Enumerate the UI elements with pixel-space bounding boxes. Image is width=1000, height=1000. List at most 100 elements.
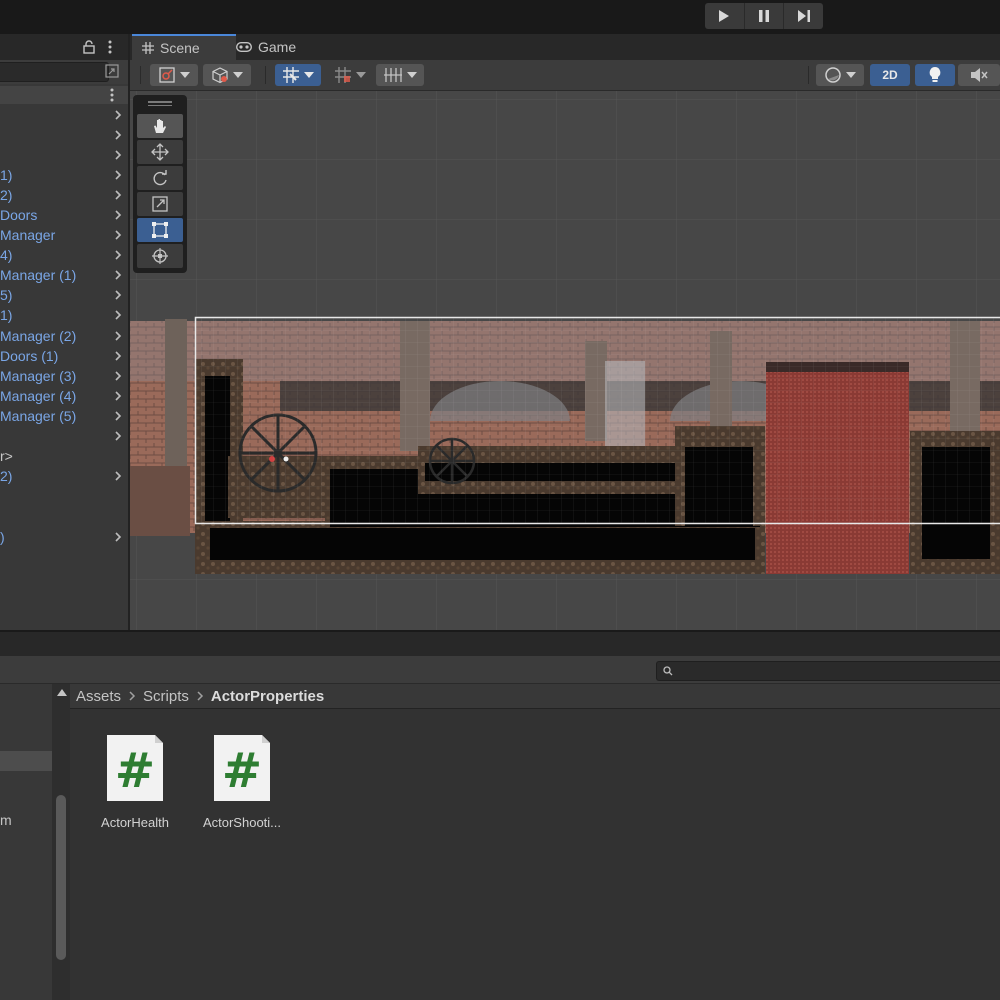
chevron-right-icon[interactable] bbox=[112, 245, 124, 265]
asset-name: ActorHealth bbox=[101, 815, 169, 830]
folder-tree-selected-row[interactable] bbox=[0, 751, 52, 771]
hierarchy-item[interactable]: Doors (1) bbox=[0, 346, 128, 366]
transform-tool-button[interactable] bbox=[137, 244, 183, 268]
lightbulb-icon bbox=[929, 67, 941, 82]
chevron-right-icon[interactable] bbox=[112, 265, 124, 285]
cube-icon bbox=[212, 67, 228, 84]
hierarchy-item[interactable]: Doors bbox=[0, 205, 128, 225]
hierarchy-item[interactable] bbox=[0, 486, 128, 506]
hierarchy-item[interactable] bbox=[0, 145, 128, 165]
asset-item[interactable]: # ActorShooti... bbox=[192, 733, 292, 830]
toolbar-separator bbox=[265, 66, 266, 84]
hierarchy-item[interactable] bbox=[0, 125, 128, 145]
asset-item[interactable]: # ActorHealth bbox=[85, 733, 185, 830]
chevron-right-icon[interactable] bbox=[112, 346, 124, 366]
hierarchy-item-label: Manager (2) bbox=[0, 328, 77, 344]
audio-toggle-button[interactable] bbox=[958, 64, 1000, 86]
hierarchy-item[interactable]: ) bbox=[0, 527, 128, 547]
chevron-right-icon[interactable] bbox=[112, 165, 124, 185]
incremental-snap-dropdown[interactable] bbox=[327, 64, 373, 86]
rotate-tool-button[interactable] bbox=[137, 166, 183, 190]
grid-icon bbox=[142, 42, 154, 54]
hierarchy-tab-bar bbox=[0, 34, 128, 60]
hierarchy-item[interactable]: r> bbox=[0, 446, 128, 466]
scene-header-row[interactable] bbox=[0, 86, 128, 104]
hierarchy-item[interactable]: Manager (1) bbox=[0, 265, 128, 285]
tool-settings-dropdown[interactable] bbox=[150, 64, 198, 86]
chevron-right-icon[interactable] bbox=[112, 185, 124, 205]
hierarchy-item[interactable] bbox=[0, 426, 128, 446]
move-tool-button[interactable] bbox=[137, 140, 183, 164]
hierarchy-item-label: 2) bbox=[0, 468, 13, 484]
chevron-right-icon[interactable] bbox=[112, 285, 124, 305]
chevron-right-icon[interactable] bbox=[112, 145, 124, 165]
breadcrumb-scripts[interactable]: Scripts bbox=[143, 688, 189, 705]
chevron-right-icon[interactable] bbox=[112, 205, 124, 225]
hierarchy-item-label: Manager bbox=[0, 227, 56, 243]
chevron-right-icon[interactable] bbox=[112, 305, 124, 325]
scene-canvas bbox=[130, 91, 1000, 630]
chevron-right-icon[interactable] bbox=[112, 125, 124, 145]
toggle-2d-button[interactable]: 2D bbox=[870, 64, 910, 86]
chevron-down-icon bbox=[407, 72, 417, 78]
tab-scene[interactable]: Scene bbox=[132, 34, 236, 60]
rotate-icon bbox=[153, 170, 167, 186]
scene-viewport[interactable] bbox=[130, 91, 1000, 630]
step-button[interactable] bbox=[784, 3, 823, 29]
chevron-right-icon[interactable] bbox=[112, 326, 124, 346]
hierarchy-item[interactable]: Manager (3) bbox=[0, 366, 128, 386]
draw-mode-dropdown[interactable] bbox=[816, 64, 864, 86]
scale-tool-button[interactable] bbox=[137, 192, 183, 216]
chevron-right-icon[interactable] bbox=[112, 466, 124, 486]
hierarchy-item[interactable]: 2) bbox=[0, 185, 128, 205]
hierarchy-item-label: Manager (5) bbox=[0, 408, 77, 424]
rect-tool-button[interactable] bbox=[137, 218, 183, 242]
chevron-right-icon[interactable] bbox=[112, 527, 124, 547]
chevron-right-icon[interactable] bbox=[112, 366, 124, 386]
hierarchy-item[interactable]: Manager (5) bbox=[0, 406, 128, 426]
hierarchy-item[interactable]: Manager (2) bbox=[0, 326, 128, 346]
grid-snapping-dropdown[interactable] bbox=[275, 64, 321, 86]
chevron-right-icon[interactable] bbox=[112, 225, 124, 245]
breadcrumb-assets[interactable]: Assets bbox=[76, 688, 121, 705]
hierarchy-item-label: 5) bbox=[0, 287, 13, 303]
tab-game[interactable]: Game bbox=[236, 34, 316, 60]
pause-button[interactable] bbox=[745, 3, 785, 29]
svg-text:#: # bbox=[115, 743, 155, 799]
scale-icon bbox=[152, 196, 168, 212]
chevron-right-icon[interactable] bbox=[112, 426, 124, 446]
project-asset-grid: # ActorHealth # ActorShooti... bbox=[70, 709, 1000, 1000]
hand-tool-button[interactable] bbox=[137, 114, 183, 138]
hierarchy-item[interactable]: 1) bbox=[0, 305, 128, 325]
hierarchy-item[interactable]: Manager (4) bbox=[0, 386, 128, 406]
global-local-dropdown[interactable] bbox=[203, 64, 251, 86]
search-filter-icon[interactable] bbox=[105, 64, 119, 78]
chevron-down-icon bbox=[304, 72, 314, 78]
hierarchy-item[interactable]: 5) bbox=[0, 285, 128, 305]
overlay-drag-handle[interactable] bbox=[148, 101, 172, 103]
hierarchy-item[interactable]: 2) bbox=[0, 466, 128, 486]
kebab-menu-icon[interactable] bbox=[106, 40, 114, 54]
hierarchy-item[interactable]: 4) bbox=[0, 245, 128, 265]
lighting-toggle-button[interactable] bbox=[915, 64, 955, 86]
chevron-right-icon[interactable] bbox=[112, 105, 124, 125]
folder-tree-item-label[interactable]: m bbox=[0, 812, 12, 828]
play-button[interactable] bbox=[705, 3, 745, 29]
lock-icon[interactable] bbox=[83, 40, 95, 54]
scroll-up-arrow-icon[interactable] bbox=[57, 688, 67, 696]
hierarchy-item[interactable] bbox=[0, 105, 128, 125]
hierarchy-item[interactable]: 1) bbox=[0, 165, 128, 185]
chevron-right-icon[interactable] bbox=[112, 386, 124, 406]
chevron-right-icon[interactable] bbox=[112, 406, 124, 426]
hierarchy-search-input[interactable] bbox=[0, 62, 109, 82]
scene-menu-icon[interactable] bbox=[108, 88, 116, 102]
hierarchy-item-label: 4) bbox=[0, 247, 13, 263]
hierarchy-item[interactable]: Manager bbox=[0, 225, 128, 245]
project-search-input[interactable] bbox=[656, 661, 1000, 681]
scrollbar-thumb[interactable] bbox=[56, 795, 66, 960]
move-arrows-icon bbox=[151, 143, 169, 161]
grid-visibility-dropdown[interactable] bbox=[376, 64, 424, 86]
breadcrumb-actorproperties[interactable]: ActorProperties bbox=[211, 688, 324, 705]
csharp-script-icon: # bbox=[212, 733, 272, 803]
tab-label: Scene bbox=[160, 40, 200, 56]
